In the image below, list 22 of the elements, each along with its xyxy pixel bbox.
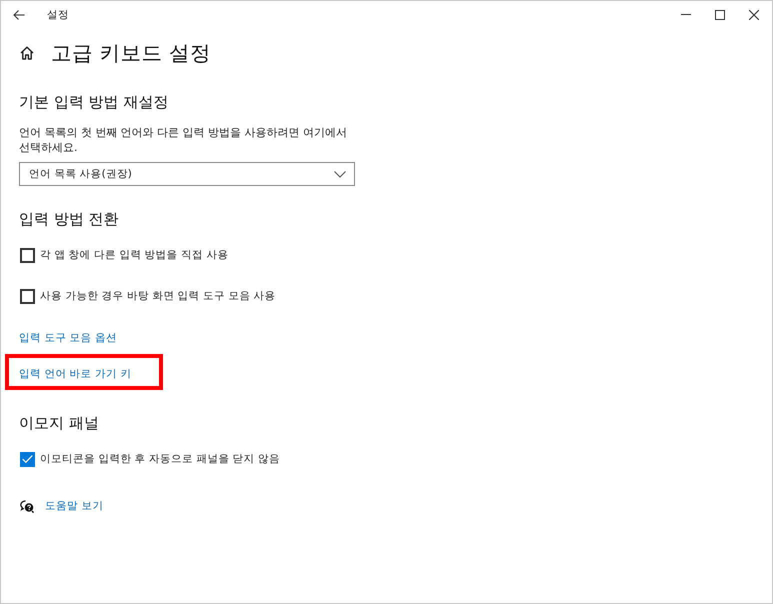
- description-text: 언어 목록의 첫 번째 언어와 다른 입력 방법을 사용하려면 여기에서 선택하세요.: [19, 125, 348, 155]
- checkbox-label: 사용 가능한 경우 바탕 화면 입력 도구 모음 사용: [40, 289, 276, 303]
- section-heading: 이모지 패널: [19, 413, 99, 434]
- help-link[interactable]: 도움말 보기: [45, 499, 104, 514]
- checkbox[interactable]: [20, 452, 35, 466]
- back-arrow-icon[interactable]: [13, 10, 25, 20]
- section-heading: 기본 입력 방법 재설정: [19, 92, 168, 113]
- checkbox[interactable]: [20, 288, 35, 304]
- checkbox-label: 각 앱 창에 다른 입력 방법을 직접 사용: [40, 248, 228, 262]
- checkbox[interactable]: [20, 248, 35, 262]
- checkbox-label: 이모티콘을 입력한 후 자동으로 패널을 닫지 않음: [40, 452, 280, 466]
- settings-link[interactable]: 입력 도구 모음 옵션: [19, 332, 118, 344]
- settings-link[interactable]: 입력 언어 바로 가기 키: [19, 368, 132, 380]
- help-chat-icon: [20, 500, 34, 513]
- page-title: 고급 키보드 설정: [51, 40, 212, 67]
- home-icon[interactable]: [20, 46, 34, 60]
- chevron-down-icon: [334, 170, 346, 178]
- close-icon[interactable]: [749, 10, 759, 20]
- section-heading: 입력 방법 전환: [19, 209, 119, 230]
- maximize-icon[interactable]: [715, 10, 725, 20]
- input-method-dropdown[interactable]: 언어 목록 사용(권장): [19, 162, 355, 186]
- window-title: 설정: [47, 8, 69, 22]
